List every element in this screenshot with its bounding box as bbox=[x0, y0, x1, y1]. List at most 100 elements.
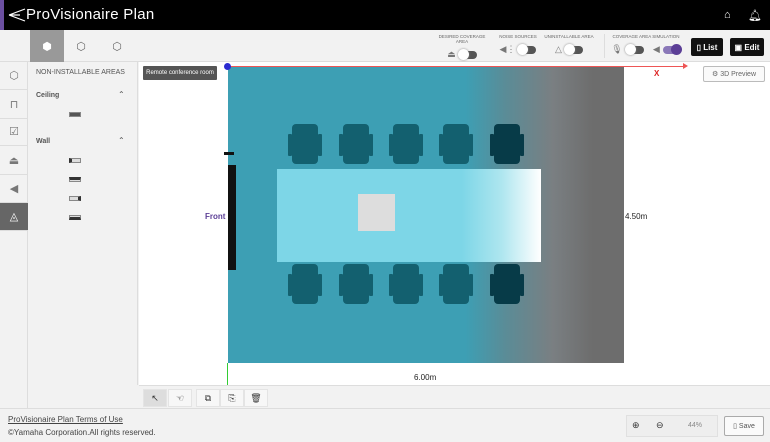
chair[interactable] bbox=[339, 124, 373, 164]
chair[interactable] bbox=[288, 124, 322, 164]
edit-label: Edit bbox=[744, 42, 760, 52]
wall-area-item[interactable] bbox=[69, 158, 81, 163]
section-wall[interactable]: Wall bbox=[36, 138, 50, 145]
chair-seat bbox=[494, 264, 520, 304]
table-device[interactable] bbox=[358, 194, 395, 231]
view-tab-top[interactable]: ⬢ bbox=[30, 30, 64, 62]
microphone-icon: 🎙︎ bbox=[611, 44, 623, 54]
terms-link[interactable]: ProVisionaire Plan Terms of Use bbox=[8, 415, 123, 424]
speaker-icon: ◀︎ bbox=[652, 44, 660, 54]
paste-button[interactable]: ⎘ bbox=[220, 389, 244, 407]
toggle-label: COVERAGE AREA SIMULATION bbox=[612, 34, 680, 39]
toggle-label: UNINSTALLABLE AREA bbox=[544, 34, 594, 39]
list-button[interactable]: ▯ List bbox=[691, 38, 723, 56]
zoom-controls bbox=[626, 415, 718, 437]
chair-seat bbox=[443, 124, 469, 164]
chair[interactable] bbox=[490, 264, 524, 304]
logo-mark-icon bbox=[8, 8, 26, 22]
app-logo: ProVisionaire Plan bbox=[26, 6, 155, 23]
toggle-desired-coverage[interactable]: DESIRED COVERAGE AREA ⏏ bbox=[432, 34, 492, 60]
chair-arm bbox=[520, 274, 524, 296]
toggle-switch[interactable] bbox=[517, 43, 537, 55]
select-tool[interactable]: ↖ bbox=[143, 389, 167, 407]
toggle-switch[interactable] bbox=[563, 43, 583, 55]
toggle-noise-sources[interactable]: NOISE SOURCES ◀︎⋮ bbox=[496, 34, 540, 55]
chair-arm bbox=[469, 274, 473, 296]
divider bbox=[604, 34, 605, 58]
chair[interactable] bbox=[490, 124, 524, 164]
chair[interactable] bbox=[339, 264, 373, 304]
chair[interactable] bbox=[288, 264, 322, 304]
wall-area-item[interactable] bbox=[69, 196, 81, 201]
x-axis-arrow bbox=[683, 63, 688, 69]
chair-seat bbox=[292, 264, 318, 304]
wall-area-item[interactable] bbox=[69, 177, 81, 182]
zoom-out-icon[interactable]: ⊖ bbox=[656, 420, 664, 431]
front-label: Front bbox=[205, 212, 226, 221]
front-display[interactable] bbox=[228, 165, 236, 270]
toggle-switch[interactable] bbox=[457, 48, 477, 60]
chair-seat bbox=[494, 124, 520, 164]
chair[interactable] bbox=[389, 264, 423, 304]
edit-button[interactable]: ▣ Edit bbox=[730, 38, 764, 56]
toggle-label: NOISE SOURCES bbox=[499, 34, 537, 39]
noise-icon: ◀︎⋮ bbox=[499, 44, 516, 54]
noise-source-icon[interactable]: ◀︎ bbox=[0, 175, 28, 203]
edit-icon: ▣ bbox=[734, 42, 745, 52]
view-tab-3d[interactable]: ⬡ bbox=[100, 30, 134, 62]
save-button[interactable]: ▯ Save bbox=[724, 416, 764, 436]
chair-seat bbox=[393, 124, 419, 164]
pan-tool[interactable]: ☜ bbox=[168, 389, 192, 407]
wall-marker bbox=[224, 152, 234, 155]
copyright: ©Yamaha Corporation.All rights reserved. bbox=[8, 428, 156, 437]
uninstallable-icon: △ bbox=[555, 44, 562, 54]
checklist-icon[interactable]: ☑ bbox=[0, 118, 28, 146]
coverage-area-icon[interactable]: ⏏ bbox=[0, 147, 28, 175]
toggle-label: DESIRED COVERAGE AREA bbox=[438, 34, 486, 44]
home-icon[interactable]: ⌂ bbox=[724, 9, 731, 21]
document-icon: ▯ bbox=[696, 42, 704, 52]
chair-arm bbox=[369, 134, 373, 156]
toggle-uninstallable-area[interactable]: UNINSTALLABLE AREA △ bbox=[542, 34, 596, 55]
mic-toggle[interactable] bbox=[624, 43, 644, 55]
room-icon[interactable]: ⬡ bbox=[0, 62, 28, 90]
section-ceiling[interactable]: Ceiling bbox=[36, 92, 59, 99]
panel-title: NON-INSTALLABLE AREAS bbox=[36, 69, 125, 76]
zoom-level: 44% bbox=[688, 422, 703, 429]
chair-arm bbox=[419, 134, 423, 156]
zoom-in-icon[interactable]: ⊕ bbox=[632, 420, 640, 431]
chair[interactable] bbox=[439, 264, 473, 304]
chair-arm bbox=[318, 134, 322, 156]
chair-arm bbox=[469, 134, 473, 156]
chair[interactable] bbox=[439, 124, 473, 164]
save-label: Save bbox=[738, 422, 755, 430]
depth-dimension: 4.50m bbox=[625, 212, 648, 221]
list-label: List bbox=[703, 42, 718, 52]
chair[interactable] bbox=[389, 124, 423, 164]
view-tab-perspective[interactable]: ⬡ bbox=[64, 30, 98, 62]
room-name-label[interactable]: Remote conference room bbox=[143, 66, 217, 80]
wall-area-item[interactable] bbox=[69, 215, 81, 220]
chair-seat bbox=[393, 264, 419, 304]
speaker-toggle[interactable] bbox=[662, 43, 682, 55]
conference-table[interactable] bbox=[277, 169, 541, 262]
width-dimension: 6.00m bbox=[414, 373, 437, 382]
x-axis-label: X bbox=[654, 69, 660, 78]
origin-handle[interactable] bbox=[224, 63, 231, 70]
chair-seat bbox=[343, 124, 369, 164]
chair-arm bbox=[419, 274, 423, 296]
chair-arm bbox=[318, 274, 322, 296]
delete-button[interactable]: 🗑︎ bbox=[244, 389, 268, 407]
furniture-icon[interactable]: ⊓ bbox=[0, 91, 28, 119]
chair-seat bbox=[443, 264, 469, 304]
chevron-up-icon[interactable]: ⌃ bbox=[118, 90, 125, 99]
bell-icon[interactable]: 🔔︎ bbox=[748, 9, 762, 22]
3d-preview-button[interactable]: ⚙ 3D Preview bbox=[703, 66, 765, 82]
chair-arm bbox=[520, 134, 524, 156]
toggle-coverage-simulation: COVERAGE AREA SIMULATION 🎙︎ ◀︎ bbox=[610, 34, 682, 55]
non-installable-icon[interactable]: ◬ bbox=[0, 203, 28, 231]
copy-button[interactable]: ⧉ bbox=[196, 389, 220, 407]
chevron-up-icon[interactable]: ⌃ bbox=[118, 136, 125, 145]
coverage-icon: ⏏ bbox=[447, 49, 456, 59]
ceiling-area-item[interactable] bbox=[69, 112, 81, 117]
